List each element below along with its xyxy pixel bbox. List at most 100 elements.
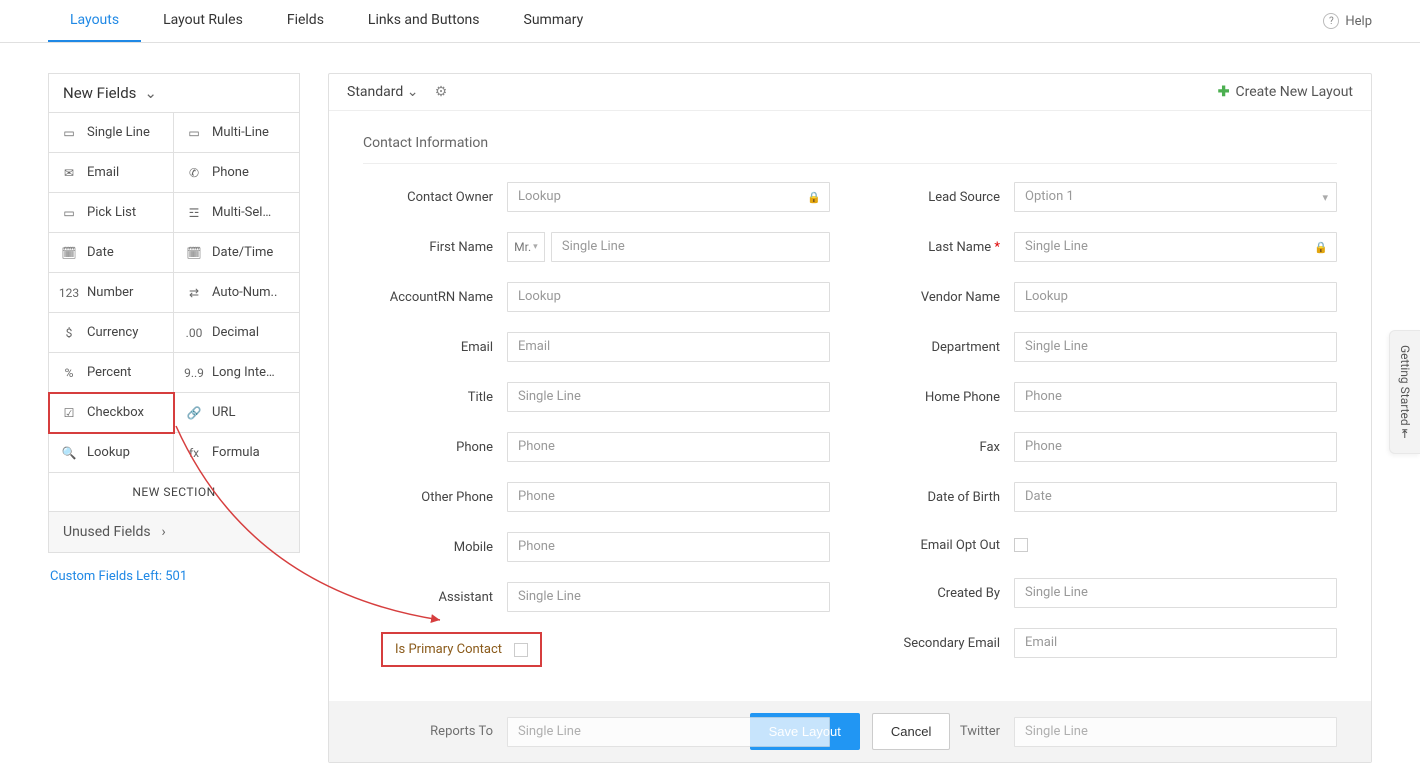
field-input[interactable]: Phone [1014, 382, 1337, 412]
palette-field-long-inte-[interactable]: 9..9Long Inte… [174, 353, 299, 393]
field-input[interactable]: Single Line [1014, 332, 1337, 362]
field-input[interactable]: Single Line🔒 [1014, 232, 1337, 262]
is-primary-checkbox[interactable] [514, 643, 528, 657]
field-input[interactable]: Lookup🔒 [507, 182, 830, 212]
layout-canvas: Standard ⌄ ⚙ ✚ Create New Layout Contact… [328, 73, 1372, 763]
palette-field-label: Auto-Num.. [212, 285, 277, 300]
field-label: Reports To [363, 724, 493, 739]
salutation-select[interactable]: Mr. [507, 232, 545, 262]
palette-field-label: Date [87, 245, 114, 260]
field-label: Assistant [363, 590, 493, 605]
tabs-bar: LayoutsLayout RulesFieldsLinks and Butto… [0, 0, 1420, 43]
percent-icon: % [61, 366, 77, 380]
form-field: Date of BirthDate [870, 472, 1337, 522]
palette-field-label: Checkbox [87, 405, 144, 420]
gear-icon[interactable]: ⚙ [435, 84, 448, 100]
form-field: Department Single Line [870, 322, 1337, 372]
tab-summary[interactable]: Summary [502, 0, 606, 42]
palette-field-label: URL [212, 405, 235, 420]
chevron-right-icon: › [159, 524, 169, 540]
lock-icon: 🔒 [1314, 240, 1328, 256]
palette-field-single-line[interactable]: ▭Single Line [49, 113, 174, 153]
palette-field-formula[interactable]: fxFormula [174, 433, 299, 473]
form-field: Email Opt Out [870, 522, 1337, 568]
tab-layouts[interactable]: Layouts [48, 0, 141, 42]
tab-fields[interactable]: Fields [265, 0, 346, 42]
palette-field-label: Percent [87, 365, 131, 380]
palette-field-number[interactable]: 123Number [49, 273, 174, 313]
form-field: Home Phone Phone [870, 372, 1337, 422]
custom-fields-count: Custom Fields Left: 501 [48, 553, 300, 600]
field-label: Vendor Name [870, 290, 1000, 305]
layout-selector[interactable]: Standard ⌄ [347, 84, 417, 100]
field-input[interactable]: Option 1 [1014, 182, 1337, 212]
form-field-is-primary: Is Primary Contact [363, 622, 830, 677]
palette-field-multi-line[interactable]: ▭ Multi-Line [174, 113, 299, 153]
getting-started-tab[interactable]: Getting Started ⇤ [1389, 330, 1420, 454]
unused-fields-toggle[interactable]: Unused Fields › [48, 512, 300, 553]
field-input[interactable]: Email [1014, 628, 1337, 658]
field-input[interactable]: Email [507, 332, 830, 362]
field-palette: New Fields ⌄ ▭Single Line ▭ Multi-Line ✉Ema… [48, 73, 300, 600]
help-link[interactable]: ? Help [1323, 13, 1372, 29]
form-field: Title Single Line [363, 372, 830, 422]
palette-field-label: Long Inte… [212, 365, 275, 380]
form-field: Vendor Name Lookup [870, 272, 1337, 322]
palette-field-currency[interactable]: $Currency [49, 313, 174, 353]
field-label: Created By [870, 586, 1000, 601]
palette-field-phone[interactable]: ✆Phone [174, 153, 299, 193]
tab-layout-rules[interactable]: Layout Rules [141, 0, 265, 42]
new-fields-label: New Fields [63, 84, 136, 102]
form-field: First Name Mr.Single Line [363, 222, 830, 272]
field-input[interactable]: Lookup [507, 282, 830, 312]
plus-icon: ✚ [1218, 84, 1230, 100]
create-new-layout-button[interactable]: ✚ Create New Layout [1218, 84, 1353, 100]
field-input[interactable]: Date [1014, 482, 1337, 512]
palette-field-percent[interactable]: % Percent [49, 353, 174, 393]
field-input[interactable]: Single Line [507, 382, 830, 412]
palette-field-date[interactable]: 🗓 Date [49, 233, 174, 273]
field-label: Lead Source [870, 190, 1000, 205]
field-label: Department [870, 340, 1000, 355]
create-new-layout-label: Create New Layout [1235, 84, 1353, 100]
help-icon: ? [1323, 13, 1339, 29]
field-input[interactable]: Single Line [551, 232, 830, 262]
checkbox-input[interactable] [1014, 538, 1028, 552]
field-input[interactable]: Single Line [507, 582, 830, 612]
form-field: Last Name *Single Line🔒 [870, 222, 1337, 272]
field-input[interactable]: Lookup [1014, 282, 1337, 312]
field-input[interactable]: Phone [507, 432, 830, 462]
field-label: First Name [363, 240, 493, 255]
tab-links-and-buttons[interactable]: Links and Buttons [346, 0, 502, 42]
field-input[interactable]: Single Line [1014, 717, 1337, 747]
palette-field-label: Email [87, 165, 119, 180]
form-field: PhonePhone [363, 422, 830, 472]
palette-field-lookup[interactable]: 🔍Lookup [49, 433, 174, 473]
field-label: Title [363, 390, 493, 405]
field-input[interactable]: Phone [1014, 432, 1337, 462]
palette-field-pick-list[interactable]: ▭Pick List [49, 193, 174, 233]
field-input[interactable]: Phone [507, 482, 830, 512]
palette-field-auto-num-[interactable]: ⇄Auto-Num.. [174, 273, 299, 313]
date-icon: 🗓 [61, 246, 77, 260]
field-input[interactable]: Phone [507, 532, 830, 562]
is-primary-contact-highlight: Is Primary Contact [381, 632, 542, 667]
palette-field-decimal[interactable]: .00Decimal [174, 313, 299, 353]
formula-icon: fx [186, 446, 202, 460]
field-label: Home Phone [870, 390, 1000, 405]
palette-field-date/time[interactable]: 🗓Date/Time [174, 233, 299, 273]
form-field: EmailEmail [363, 322, 830, 372]
field-input[interactable]: Single Line [1014, 578, 1337, 608]
palette-field-email[interactable]: ✉Email [49, 153, 174, 193]
new-section-item[interactable]: NEW SECTION [48, 473, 300, 512]
palette-field-checkbox[interactable]: ☑Checkbox [49, 393, 174, 433]
palette-field-multi-sel-[interactable]: ☲Multi-Sel… [174, 193, 299, 233]
new-fields-dropdown[interactable]: New Fields ⌄ [48, 73, 300, 113]
chevron-down-icon: ⌄ [144, 84, 154, 102]
multi-line-icon: ▭ [186, 126, 202, 140]
palette-field-url[interactable]: 🔗URL [174, 393, 299, 433]
form-field: Contact OwnerLookup🔒 [363, 172, 830, 222]
pick-list-icon: ▭ [61, 206, 77, 220]
palette-field-label: Phone [212, 165, 249, 180]
palette-field-label: Multi-Line [212, 125, 269, 140]
